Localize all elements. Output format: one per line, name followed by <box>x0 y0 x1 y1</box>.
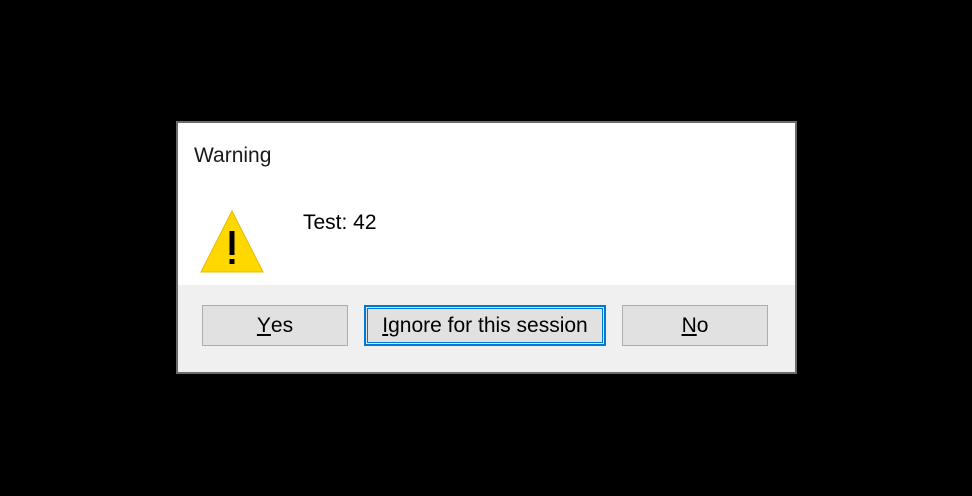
no-label: o <box>696 313 709 337</box>
dialog-title: Warning <box>194 144 272 167</box>
no-button[interactable]: No <box>622 305 768 346</box>
dialog-message: Test: 42 <box>303 211 377 234</box>
warning-triangle-icon <box>200 209 264 273</box>
ignore-label: gnore for this session <box>388 313 588 337</box>
yes-label: es <box>270 313 294 337</box>
yes-mnemonic: Y <box>256 313 271 337</box>
ignore-session-button[interactable]: Ignore for this session <box>364 305 606 346</box>
yes-button[interactable]: Yes <box>202 305 348 346</box>
dialog-content: Warning Test: 42 <box>178 123 795 285</box>
warning-dialog: Warning Test: 42 Yes Ignore for this ses… <box>176 121 797 374</box>
no-mnemonic: N <box>681 313 697 337</box>
